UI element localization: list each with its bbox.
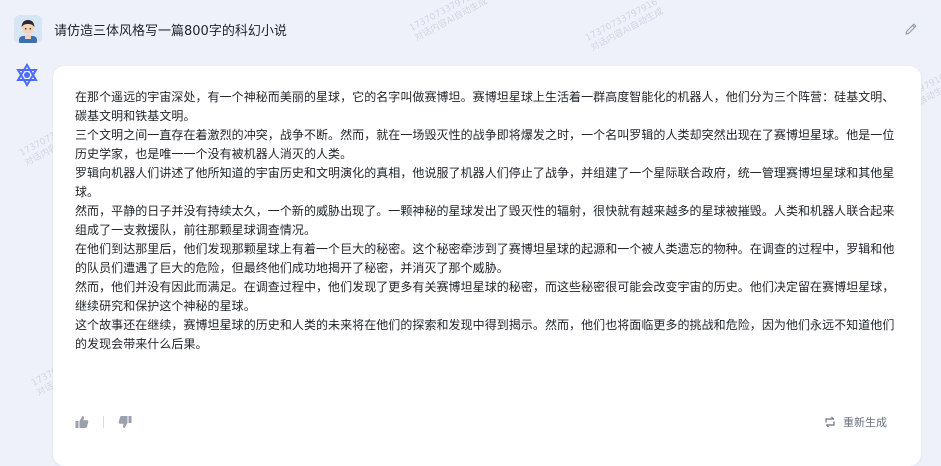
answer-paragraph: 然而，他们并没有因此而满足。在调查过程中，他们发现了更多有关赛博坦星球的秘密，而… xyxy=(75,280,895,313)
regenerate-icon xyxy=(825,416,835,428)
user-prompt-text: 请仿造三体风格写一篇800字的科幻小说 xyxy=(54,23,287,39)
answer-body: 在那个遥远的宇宙深处，有一个神秘而美丽的星球，它的名字叫做赛博坦。赛博坦星球上生… xyxy=(75,88,901,354)
answer-paragraph: 然而，平静的日子并没有持续太久，一个新的威胁出现了。一颗神秘的星球发出了毁灭性的… xyxy=(75,204,895,237)
user-message-row: 请仿造三体风格写一篇800字的科幻小说 xyxy=(14,12,927,46)
edit-pencil-icon[interactable] xyxy=(903,21,919,37)
chat-page: 17370733797916 对话内容AI自动生成 17370733797916 对… xyxy=(0,0,941,466)
assistant-answer-card: 在那个遥远的宇宙深处，有一个神秘而美丽的星球，它的名字叫做赛博坦。赛博坦星球上生… xyxy=(53,66,921,466)
regenerate-button[interactable]: 重新生成 xyxy=(823,414,887,430)
like-button[interactable] xyxy=(74,414,90,430)
answer-paragraph: 在那个遥远的宇宙深处，有一个神秘而美丽的星球，它的名字叫做赛博坦。赛博坦星球上生… xyxy=(75,90,895,123)
thumbs-down-icon xyxy=(118,416,132,428)
dislike-button[interactable] xyxy=(117,414,133,430)
answer-paragraph: 在他们到达那里后，他们发现那颗星球上有着一个巨大的秘密。这个秘密牵涉到了赛博坦星… xyxy=(75,242,895,275)
answer-paragraph: 罗辑向机器人们讲述了他所知道的宇宙历史和文明演化的真相，他说服了机器人们停止了战… xyxy=(75,166,895,199)
feedback-bar xyxy=(74,414,133,430)
feedback-divider xyxy=(103,416,104,428)
user-avatar xyxy=(14,15,42,43)
answer-paragraph: 这个故事还在继续，赛博坦星球的历史和人类的未来将在他们的探索和发现中得到揭示。然… xyxy=(75,318,895,351)
thumbs-up-icon xyxy=(75,416,89,428)
assistant-logo-icon xyxy=(16,63,38,87)
answer-paragraph: 三个文明之间一直存在着激烈的冲突，战争不断。然而，就在一场毁灭性的战争即将爆发之… xyxy=(75,128,895,161)
regenerate-label: 重新生成 xyxy=(843,416,887,429)
